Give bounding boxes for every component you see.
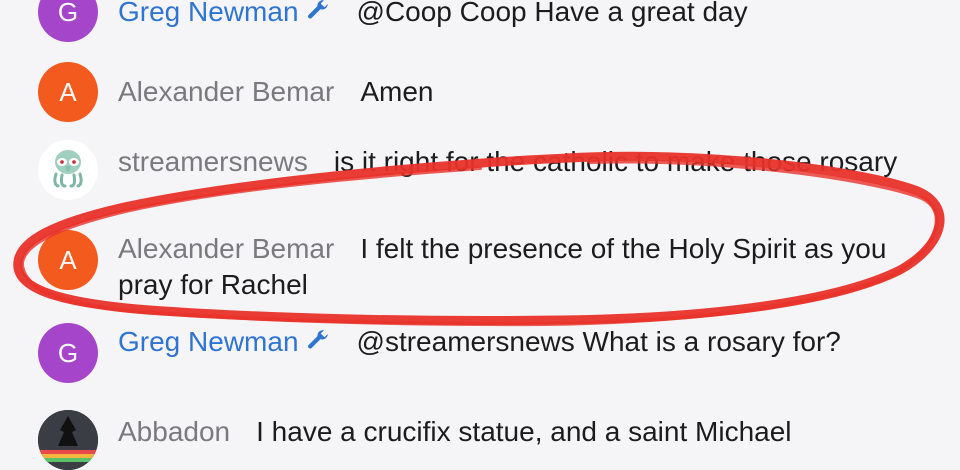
author-name[interactable]: Greg Newman: [118, 326, 299, 357]
avatar[interactable]: A: [38, 230, 98, 290]
wrench-icon: [305, 326, 331, 362]
wrench-icon: [305, 0, 331, 32]
avatar-letter: A: [59, 77, 77, 107]
author-name[interactable]: Alexander Bemar: [118, 233, 334, 264]
squidward-avatar-icon: [53, 150, 83, 188]
author-name[interactable]: Alexander Bemar: [118, 76, 334, 107]
avatar[interactable]: [38, 410, 98, 470]
author-name[interactable]: Greg Newman: [118, 0, 299, 27]
avatar-letter: A: [59, 245, 77, 275]
avatar-letter: G: [57, 0, 79, 27]
avatar[interactable]: A: [38, 62, 98, 122]
avatar[interactable]: G: [38, 0, 98, 42]
message-text: @streamersnews What is a rosary for?: [356, 326, 841, 357]
author-name[interactable]: Abbadon: [118, 416, 230, 447]
avatar[interactable]: [38, 140, 98, 200]
live-chat-list: G Greg Newman @Coop Coop Have a great day…: [0, 0, 960, 470]
avatar[interactable]: G: [38, 323, 98, 383]
dark-figure-avatar-icon: [38, 410, 98, 470]
avatar-letter: G: [57, 338, 79, 368]
message-text: is it right for the catholic to make tho…: [333, 146, 898, 177]
message-text: Amen: [360, 76, 434, 107]
message-text: @Coop Coop Have a great day: [356, 0, 748, 27]
author-name[interactable]: streamersnews: [118, 146, 308, 177]
message-text: I have a crucifix statue, and a saint Mi…: [256, 416, 792, 447]
